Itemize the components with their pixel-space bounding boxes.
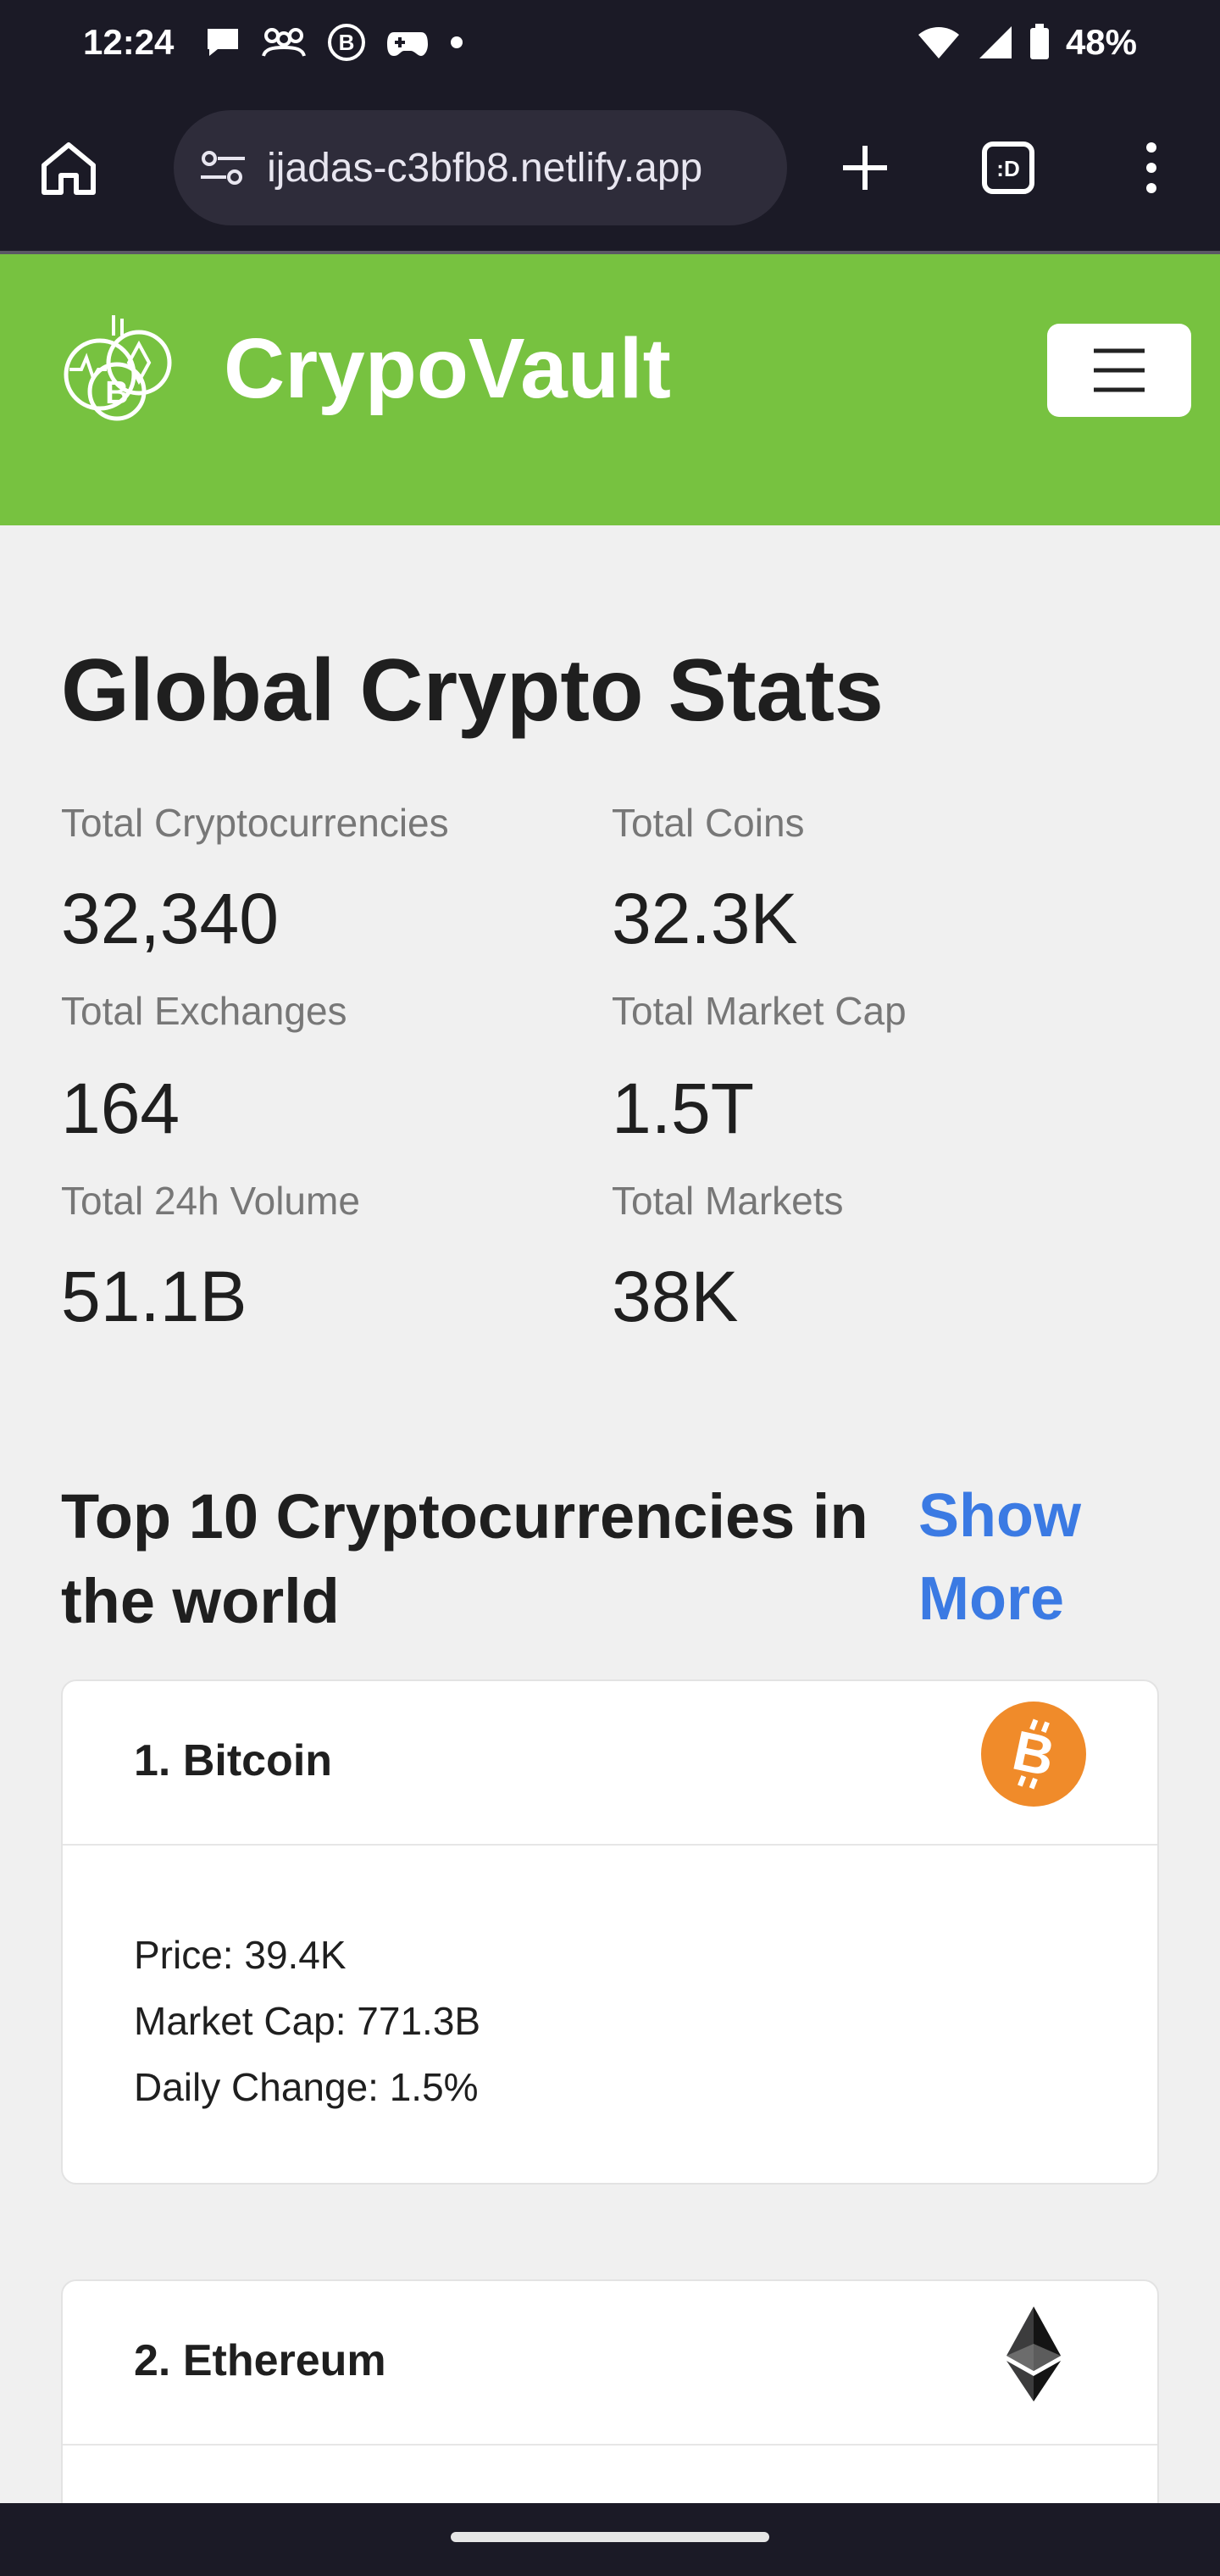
browser-toolbar: ijadas-c3bfb8.netlify.app :D <box>0 85 1220 251</box>
status-time: 12:24 <box>83 22 175 62</box>
show-more-line2: More <box>918 1565 1065 1633</box>
show-more-link[interactable]: Show More <box>918 1474 1139 1641</box>
stat-value: 38K <box>612 1257 739 1336</box>
top-cryptos-title-line2: the world <box>61 1566 340 1636</box>
address-bar[interactable]: ijadas-c3bfb8.netlify.app <box>174 110 787 225</box>
stat-label: Total Exchanges <box>61 989 347 1033</box>
stat-label: Total Coins <box>612 801 805 845</box>
overflow-menu-icon <box>1146 142 1157 193</box>
dot-icon <box>451 36 463 48</box>
card-daily-change: Daily Change: 1.5% <box>134 2065 479 2109</box>
show-more-line1: Show <box>918 1482 1081 1550</box>
crypto-card-ethereum[interactable]: 2. Ethereum <box>61 2279 1159 2534</box>
svg-text:B: B <box>339 30 355 55</box>
ethereum-icon <box>1006 2307 1061 2401</box>
hamburger-icon <box>1094 348 1145 392</box>
battery-icon <box>1029 24 1049 59</box>
site-navbar: B CrypoVault <box>0 254 1220 525</box>
card-body: Price: 39.4K Market Cap: 771.3B Daily Ch… <box>63 1846 1157 2183</box>
signal-icon <box>979 26 1012 58</box>
battery-percent: 48% <box>1065 22 1137 62</box>
card-title: 1. Bitcoin <box>134 1736 333 1785</box>
crypto-card-bitcoin[interactable]: 1. Bitcoin B Price: 39.4K Market Cap: 77… <box>61 1679 1159 2185</box>
stat-label: Total Market Cap <box>612 989 907 1033</box>
gesture-home-handle[interactable] <box>451 2532 769 2542</box>
top-cryptos-title: Top 10 Cryptocurrencies in the world <box>61 1474 900 1644</box>
new-tab-button[interactable] <box>833 134 898 202</box>
b-circle-icon: B <box>328 24 366 61</box>
global-stats-title: Global Crypto Stats <box>61 641 884 740</box>
bitcoin-icon: B <box>981 1702 1086 1807</box>
stat-label: Total Cryptocurrencies <box>61 801 449 845</box>
chat-bubble-icon <box>208 29 239 56</box>
svg-text::D: :D <box>997 156 1020 181</box>
tab-switcher-icon: :D <box>982 142 1035 194</box>
card-title: 2. Ethereum <box>134 2336 386 2385</box>
status-bar: 12:24 B 48% <box>0 0 1220 85</box>
stat-label: Total Markets <box>612 1179 844 1223</box>
wifi-icon <box>918 27 959 58</box>
navbar-toggler-button[interactable] <box>1047 324 1191 417</box>
stat-value: 32,340 <box>61 879 279 958</box>
stat-value: 1.5T <box>612 1069 755 1148</box>
url-text: ijadas-c3bfb8.netlify.app <box>267 145 703 191</box>
gamepad-icon <box>387 32 429 56</box>
system-icons: 48% <box>917 22 1137 63</box>
card-header: 2. Ethereum <box>63 2281 1157 2446</box>
card-price: Price: 39.4K <box>134 1933 347 1977</box>
svg-text:B: B <box>105 375 128 411</box>
brand-name[interactable]: CrypoVault <box>224 320 671 418</box>
card-market-cap: Market Cap: 771.3B <box>134 1999 481 2043</box>
tab-switcher-button[interactable]: :D <box>976 134 1041 202</box>
crypovault-logo[interactable]: B <box>61 310 176 425</box>
stat-label: Total 24h Volume <box>61 1179 360 1223</box>
card-header: 1. Bitcoin B <box>63 1681 1157 1846</box>
groups-icon <box>262 28 307 57</box>
top-cryptos-title-line1: Top 10 Cryptocurrencies in <box>61 1481 868 1552</box>
site-settings-icon[interactable] <box>199 148 247 187</box>
stat-value: 51.1B <box>61 1257 247 1336</box>
stat-value: 32.3K <box>612 879 798 958</box>
new-tab-plus-icon <box>843 146 888 190</box>
home-icon <box>41 142 96 195</box>
stat-value: 164 <box>61 1069 180 1148</box>
home-button[interactable] <box>36 134 101 202</box>
overflow-menu-button[interactable] <box>1119 134 1184 202</box>
notification-icons: B <box>204 22 465 63</box>
